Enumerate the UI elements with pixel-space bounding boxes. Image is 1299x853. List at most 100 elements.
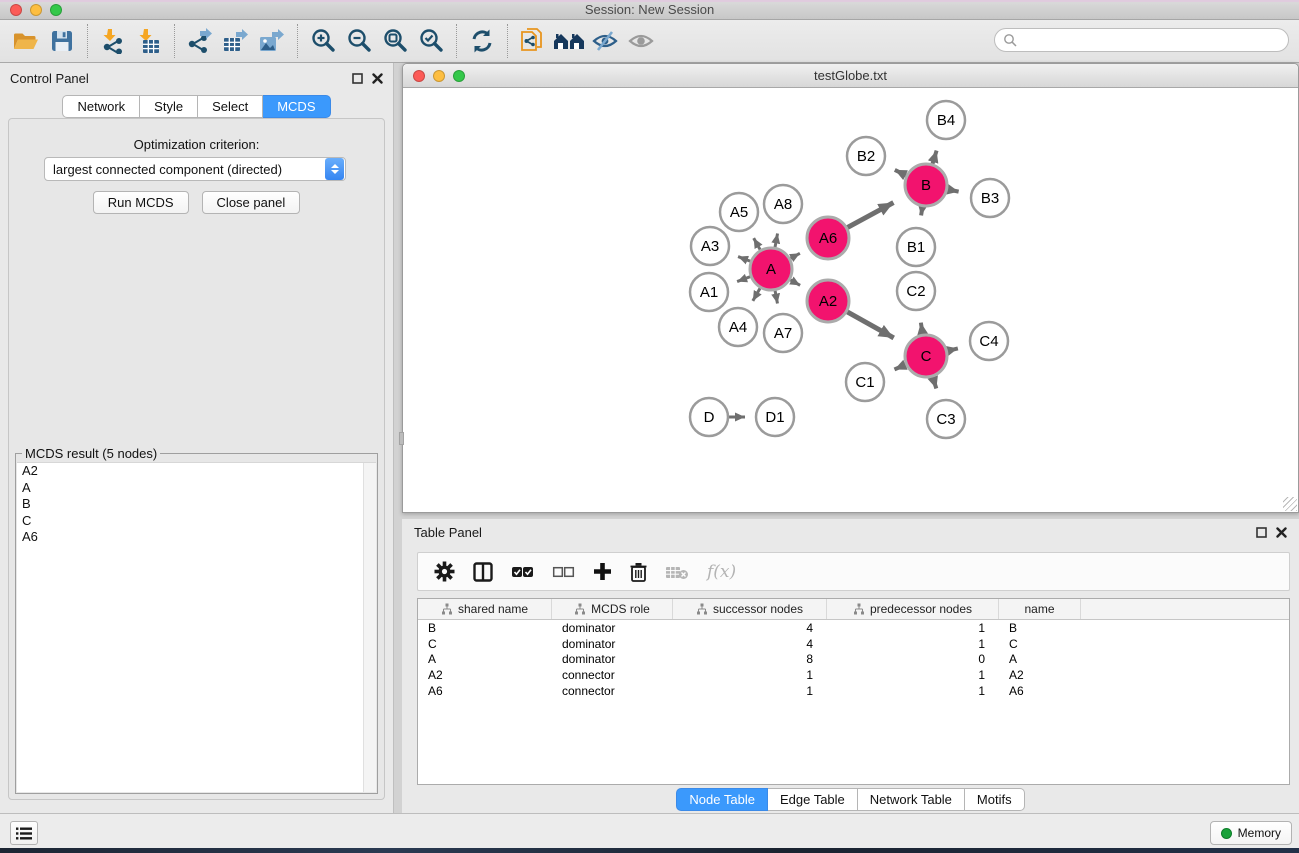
tab-edge-table[interactable]: Edge Table <box>768 788 858 811</box>
float-panel-icon[interactable] <box>352 73 363 84</box>
column-header-successor-nodes[interactable]: successor nodes <box>673 599 827 619</box>
close-table-panel-icon[interactable] <box>1276 527 1287 538</box>
memory-button[interactable]: Memory <box>1210 821 1292 845</box>
table-row[interactable]: A2connector11A2 <box>418 667 1289 683</box>
zoom-in-icon[interactable] <box>305 23 341 59</box>
node-A4[interactable]: A4 <box>719 308 757 346</box>
tab-network[interactable]: Network <box>62 95 140 118</box>
edge-A-A7[interactable] <box>775 291 777 304</box>
delete-column-trash-icon[interactable] <box>630 562 647 582</box>
edge-A-A3[interactable] <box>738 257 750 262</box>
edge-A-A1[interactable] <box>737 277 750 282</box>
settings-gear-icon[interactable] <box>434 561 455 582</box>
result-item[interactable]: A <box>17 480 376 497</box>
show-view-icon[interactable] <box>623 23 659 59</box>
edge-A-A5[interactable] <box>754 238 761 250</box>
float-table-panel-icon[interactable] <box>1256 527 1267 538</box>
search-field[interactable] <box>994 28 1289 52</box>
tab-node-table[interactable]: Node Table <box>676 788 768 811</box>
node-A2[interactable]: A2 <box>807 280 849 322</box>
edge-A-A8[interactable] <box>775 234 778 248</box>
edge-A-A2[interactable] <box>790 280 800 286</box>
tab-network-table[interactable]: Network Table <box>858 788 965 811</box>
zoom-selected-icon[interactable] <box>413 23 449 59</box>
search-input[interactable] <box>1018 30 1288 50</box>
node-A3[interactable]: A3 <box>691 227 729 265</box>
result-item[interactable]: C <box>17 513 376 530</box>
tab-motifs[interactable]: Motifs <box>965 788 1025 811</box>
save-session-icon[interactable] <box>44 23 80 59</box>
result-scrollbar[interactable] <box>363 463 376 792</box>
add-column-icon[interactable] <box>593 562 612 581</box>
tab-select[interactable]: Select <box>198 95 263 118</box>
resize-grip-icon[interactable] <box>1283 497 1297 511</box>
edge-C-C1[interactable] <box>894 365 905 370</box>
close-panel-button[interactable]: Close panel <box>202 191 301 214</box>
column-header-predecessor-nodes[interactable]: predecessor nodes <box>827 599 999 619</box>
node-A8[interactable]: A8 <box>764 185 802 223</box>
column-header-name[interactable]: name <box>999 599 1081 619</box>
edge-C-C3[interactable] <box>933 377 937 389</box>
node-A1[interactable]: A1 <box>690 273 728 311</box>
edge-A-A4[interactable] <box>753 288 760 301</box>
edge-C-C2[interactable] <box>921 323 923 335</box>
node-B2[interactable]: B2 <box>847 137 885 175</box>
table-row[interactable]: Cdominator41C <box>418 636 1289 652</box>
export-table-icon[interactable] <box>218 23 254 59</box>
node-A6[interactable]: A6 <box>807 217 849 259</box>
result-item[interactable]: A6 <box>17 529 376 546</box>
node-C3[interactable]: C3 <box>927 400 965 438</box>
task-history-button[interactable] <box>10 821 38 845</box>
zoom-fit-icon[interactable] <box>377 23 413 59</box>
tab-style[interactable]: Style <box>140 95 198 118</box>
edge-B-B2[interactable] <box>895 170 906 176</box>
node-table[interactable]: shared nameMCDS rolesuccessor nodesprede… <box>417 598 1290 785</box>
criterion-dropdown[interactable]: largest connected component (directed) <box>44 157 346 181</box>
clone-network-icon[interactable] <box>515 23 551 59</box>
export-image-icon[interactable] <box>254 23 290 59</box>
node-C2[interactable]: C2 <box>897 272 935 310</box>
node-A7[interactable]: A7 <box>764 314 802 352</box>
node-D1[interactable]: D1 <box>756 398 794 436</box>
edge-B-B3[interactable] <box>948 189 959 191</box>
edge-B-B4[interactable] <box>932 151 936 164</box>
result-item[interactable]: B <box>17 496 376 513</box>
column-header-MCDS-role[interactable]: MCDS role <box>552 599 673 619</box>
splitter-handle[interactable] <box>399 432 404 445</box>
edge-A2-C[interactable] <box>847 312 894 338</box>
node-C4[interactable]: C4 <box>970 322 1008 360</box>
close-panel-icon[interactable] <box>372 73 383 84</box>
edge-C-C4[interactable] <box>947 348 957 350</box>
hide-annotations-icon[interactable] <box>587 23 623 59</box>
network-window-titlebar[interactable]: testGlobe.txt <box>403 64 1298 88</box>
table-row[interactable]: Bdominator41B <box>418 620 1289 636</box>
network-canvas[interactable]: B4 B2 B B3 B1 A5A8 A3 A6 A A1A4A7A2 C2 C C4 C1 C3 D D1 <box>403 88 1298 512</box>
deselect-all-icon[interactable] <box>552 564 575 580</box>
node-A[interactable]: A <box>750 248 792 290</box>
show-columns-icon[interactable] <box>473 562 493 582</box>
result-item[interactable]: A2 <box>17 463 376 480</box>
import-network-icon[interactable] <box>95 23 131 59</box>
mcds-result-list[interactable]: A2ABCA6 <box>17 462 376 792</box>
node-A5[interactable]: A5 <box>720 193 758 231</box>
node-C1[interactable]: C1 <box>846 363 884 401</box>
edge-A6-B[interactable] <box>847 203 893 228</box>
zoom-out-icon[interactable] <box>341 23 377 59</box>
node-B4[interactable]: B4 <box>927 101 965 139</box>
table-row[interactable]: A6connector11A6 <box>418 683 1289 699</box>
node-D[interactable]: D <box>690 398 728 436</box>
tab-mcds[interactable]: MCDS <box>263 95 330 118</box>
run-mcds-button[interactable]: Run MCDS <box>93 191 189 214</box>
table-row[interactable]: Adominator80A <box>418 652 1289 668</box>
show-all-networks-icon[interactable] <box>551 23 587 59</box>
node-B[interactable]: B <box>905 164 947 206</box>
select-all-icon[interactable] <box>511 564 534 580</box>
column-header-shared-name[interactable]: shared name <box>418 599 552 619</box>
export-network-icon[interactable] <box>182 23 218 59</box>
node-C[interactable]: C <box>905 335 947 377</box>
node-B3[interactable]: B3 <box>971 179 1009 217</box>
import-table-icon[interactable] <box>131 23 167 59</box>
node-B1[interactable]: B1 <box>897 228 935 266</box>
refresh-icon[interactable] <box>464 23 500 59</box>
edge-A-A6[interactable] <box>790 253 800 258</box>
